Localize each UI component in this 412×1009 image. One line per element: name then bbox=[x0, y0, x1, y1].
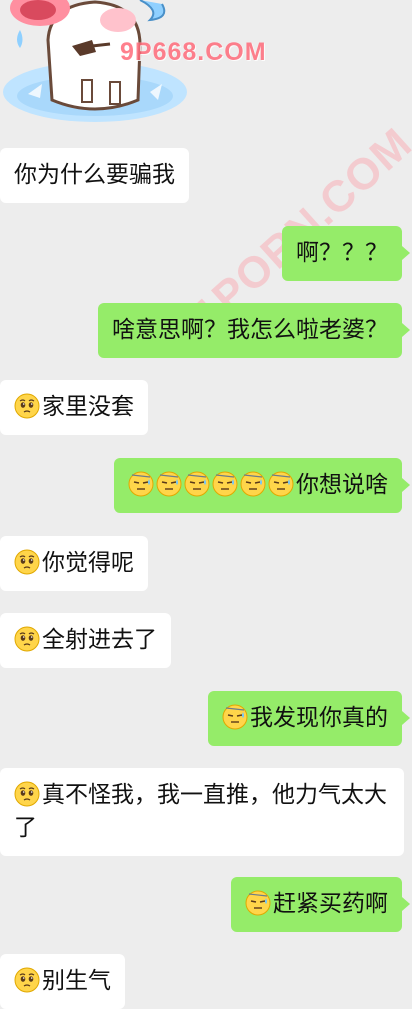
message-text: 全射进去了 bbox=[42, 627, 157, 653]
pleading-face-icon bbox=[14, 626, 40, 652]
sweat-face-icon bbox=[268, 471, 294, 497]
message-text: 我发现你真的 bbox=[250, 705, 388, 731]
message-text: 啊？？？ bbox=[296, 240, 388, 266]
message-text: 真不怪我，我一直推，他力气太大了 bbox=[14, 782, 387, 841]
message-received[interactable]: 全射进去了 bbox=[0, 613, 171, 668]
message-sent[interactable]: 啥意思啊？我怎么啦老婆？ bbox=[98, 303, 410, 358]
message-text: 你觉得呢 bbox=[42, 550, 134, 576]
message-received[interactable]: 别生气 bbox=[0, 954, 125, 1009]
sweat-face-icon bbox=[212, 471, 238, 497]
crying-cartoon-sticker bbox=[0, 0, 200, 128]
sweat-face-icon bbox=[184, 471, 210, 497]
message-received[interactable]: 你觉得呢 bbox=[0, 536, 148, 591]
message-text: 你为什么要骗我 bbox=[14, 162, 175, 188]
message-text: 你想说啥 bbox=[296, 472, 388, 498]
message-text: 家里没套 bbox=[42, 394, 134, 420]
pleading-face-icon bbox=[14, 967, 40, 993]
message-received[interactable]: 家里没套 bbox=[0, 380, 148, 435]
sweat-face-icon bbox=[128, 471, 154, 497]
pleading-face-icon bbox=[14, 393, 40, 419]
message-sent[interactable]: 啊？？？ bbox=[282, 226, 410, 281]
sweat-face-icon bbox=[156, 471, 182, 497]
message-text: 别生气 bbox=[42, 968, 111, 994]
sweat-face-icon bbox=[240, 471, 266, 497]
message-text: 赶紧买药啊 bbox=[273, 891, 388, 917]
pleading-face-icon bbox=[14, 781, 40, 807]
message-received[interactable]: 你为什么要骗我 bbox=[0, 148, 189, 203]
sweat-face-icon bbox=[222, 704, 248, 730]
message-sent[interactable]: 赶紧买药啊 bbox=[231, 877, 410, 932]
message-sent[interactable]: 我发现你真的 bbox=[208, 691, 410, 746]
pleading-face-icon bbox=[14, 549, 40, 575]
message-sent[interactable]: 你想说啥 bbox=[114, 458, 410, 513]
message-text: 啥意思啊？我怎么啦老婆？ bbox=[112, 317, 388, 343]
message-received[interactable]: 真不怪我，我一直推，他力气太大了 bbox=[0, 768, 404, 856]
sweat-face-icon bbox=[245, 890, 271, 916]
